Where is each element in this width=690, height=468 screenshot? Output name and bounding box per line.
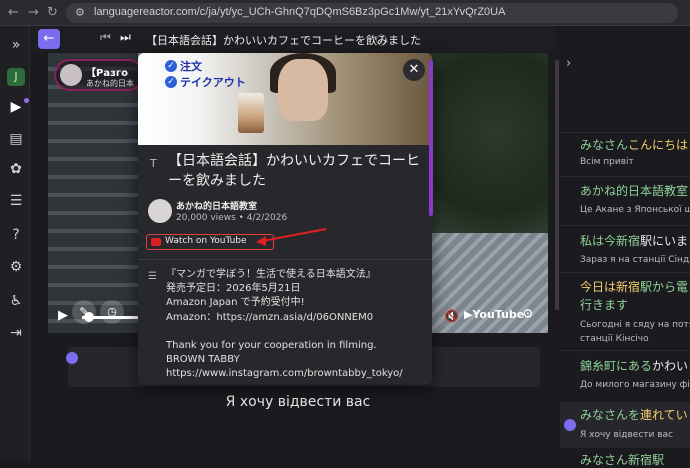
jp-part: 駅にいま	[640, 234, 689, 248]
puzzle-icon[interactable]: ✿	[7, 160, 25, 178]
transcript-translation: Це Акане з Японської шко	[580, 205, 690, 215]
back-arrow-icon[interactable]: ←	[8, 5, 19, 20]
jp-part: 錦糸町にある	[580, 359, 653, 373]
chevron-right-icon[interactable]: ›	[566, 56, 571, 71]
forward-arrow-icon[interactable]: →	[28, 5, 39, 20]
chip-subtitle: あかね的日本	[86, 79, 134, 88]
transcript-translation: Я хочу відвести вас	[580, 430, 673, 440]
transcript-divider	[560, 132, 690, 133]
jp-part: こんにちは	[628, 138, 689, 152]
watch-on-youtube-button[interactable]: Watch on YouTube	[146, 234, 274, 250]
chevrons-right-icon[interactable]: »	[7, 36, 25, 54]
help-icon[interactable]: ?	[7, 226, 25, 244]
transcript-jp: 今日は新宿駅から電	[580, 278, 688, 295]
jp-part: かわい	[652, 359, 689, 373]
channel-chip[interactable]: 【Разго あかね的日本	[54, 59, 144, 91]
user-avatar[interactable]: J	[7, 68, 25, 86]
video-info-popup: ✓ 注文 ✓ テイクアウト ✕ T 【日本語会話】かわいいカフェでコーヒーを飲み…	[138, 53, 432, 385]
site-info-icon[interactable]: ⚙	[75, 6, 85, 19]
play-line-icon[interactable]	[66, 352, 78, 364]
video-title-bar: ← ⏮ ⏭ 【日本語会話】かわいいカフェでコーヒーを飲みました ⓘ	[30, 26, 555, 52]
browser-toolbar: ← → ↻ ⚙ languagereactor.com/c/ja/yt/yc_U…	[0, 0, 690, 26]
url-text: languagereactor.com/c/ja/yt/yc_UCh-GhnQ7…	[94, 6, 506, 18]
person-face	[278, 59, 328, 121]
transcript-divider	[560, 225, 690, 226]
close-button[interactable]: ✕	[403, 59, 425, 81]
coffee-cup	[238, 93, 264, 133]
youtube-logo[interactable]: ▶YouTube	[464, 308, 524, 321]
transcript-translation: Зараз я на станції Сіндзюк	[580, 255, 690, 265]
text-icon: T	[150, 157, 157, 170]
jp-part: 私は今新宿	[580, 234, 641, 248]
export-icon[interactable]: ⇥	[7, 324, 25, 342]
video-description: 『マンガで学ぼう！生活で使える日本語文法』 発売予定日：2026年5月21日 A…	[166, 269, 403, 380]
jp-part: 連れてい	[640, 408, 688, 422]
jp-part: みなさん	[580, 138, 629, 152]
video-meta: 20,000 views • 4/2/2026	[176, 213, 288, 223]
current-subtitle: Я хочу відвести вас	[225, 394, 371, 410]
description-icon: ☰	[148, 271, 157, 282]
notification-dot	[24, 98, 29, 103]
channel-avatar	[60, 64, 82, 86]
chat-icon[interactable]: ▤	[7, 130, 25, 148]
transcript-translation: Сьогодні я сяду на потяг	[580, 320, 690, 330]
accessibility-icon[interactable]: ♿	[7, 292, 25, 310]
transcript-jp: 錦糸町にあるかわい	[580, 357, 688, 374]
video-thumbnail[interactable]: ✓ 注文 ✓ テイクアウト	[138, 53, 432, 145]
transcript-divider	[560, 350, 690, 351]
transcript-divider	[560, 272, 690, 273]
channel-avatar[interactable]	[148, 199, 172, 223]
clock-icon[interactable]: ◷	[100, 300, 124, 324]
transcript-jp: みなさんを連れてい	[580, 406, 688, 423]
jp-part: 今日は新宿	[580, 280, 641, 294]
next-icon[interactable]: ⏭	[120, 30, 131, 45]
popup-scrollbar[interactable]	[429, 60, 433, 216]
video-background-wall	[48, 53, 138, 333]
play-icon[interactable]: ▶	[58, 308, 68, 323]
address-bar[interactable]: ⚙ languagereactor.com/c/ja/yt/yc_UCh-Ghn…	[66, 3, 678, 23]
settings-icon[interactable]: ⚙	[522, 307, 534, 322]
popup-video-title: 【日本語会話】かわいいカフェでコーヒーを飲みました	[168, 153, 420, 189]
check-icon: ✓	[165, 60, 177, 72]
video-background-tree	[418, 53, 548, 253]
transcript-jp: 行きます	[580, 298, 629, 312]
transcript-translation: Всім привіт	[580, 157, 634, 167]
youtube-icon	[151, 238, 161, 246]
jp-part: みなさん	[580, 453, 629, 467]
watch-on-youtube-label: Watch on YouTube	[165, 236, 247, 246]
speed-icon[interactable]: ✎	[72, 300, 96, 324]
transcript-translation: До милого магазину фіна	[580, 380, 690, 390]
list-icon[interactable]: ☰	[7, 192, 25, 210]
jp-part: みなさんを	[580, 408, 641, 422]
transcript-jp: みなさんこんにちは	[580, 136, 688, 153]
transcript-divider	[560, 176, 690, 177]
transcript-jp: 私は今新宿駅にいま	[580, 232, 688, 249]
thumb-label-1: 注文	[180, 60, 202, 73]
back-button[interactable]: ←	[38, 29, 60, 49]
settings-icon[interactable]: ⚙	[7, 258, 25, 276]
previous-icon[interactable]: ⏮	[100, 30, 111, 45]
transcript-jp: あかね的日本語教室	[580, 182, 688, 199]
check-icon: ✓	[165, 76, 177, 88]
transcript-translation: станції Кінсічо	[580, 334, 649, 344]
info-icon[interactable]: ⓘ	[376, 32, 387, 48]
reload-icon[interactable]: ↻	[47, 5, 58, 20]
jp-part: 新宿駅	[628, 453, 665, 467]
jp-part: あかね的	[580, 184, 629, 198]
thumb-label-2: テイクアウト	[180, 76, 246, 89]
extension-sidebar: » J ▶ ▤ ✿ ☰ ? ⚙ ♿ ⇥	[0, 26, 30, 460]
play-icon[interactable]: ▶	[7, 98, 25, 116]
mute-icon[interactable]: 🔇	[444, 309, 459, 323]
channel-name[interactable]: あかね的日本語教室	[176, 199, 257, 212]
play-line-icon[interactable]	[564, 419, 576, 431]
jp-part: 駅から電	[640, 280, 689, 294]
popup-divider	[138, 259, 432, 260]
jp-part: 日本語教室	[628, 184, 689, 198]
chip-title: 【Разго	[86, 68, 128, 79]
